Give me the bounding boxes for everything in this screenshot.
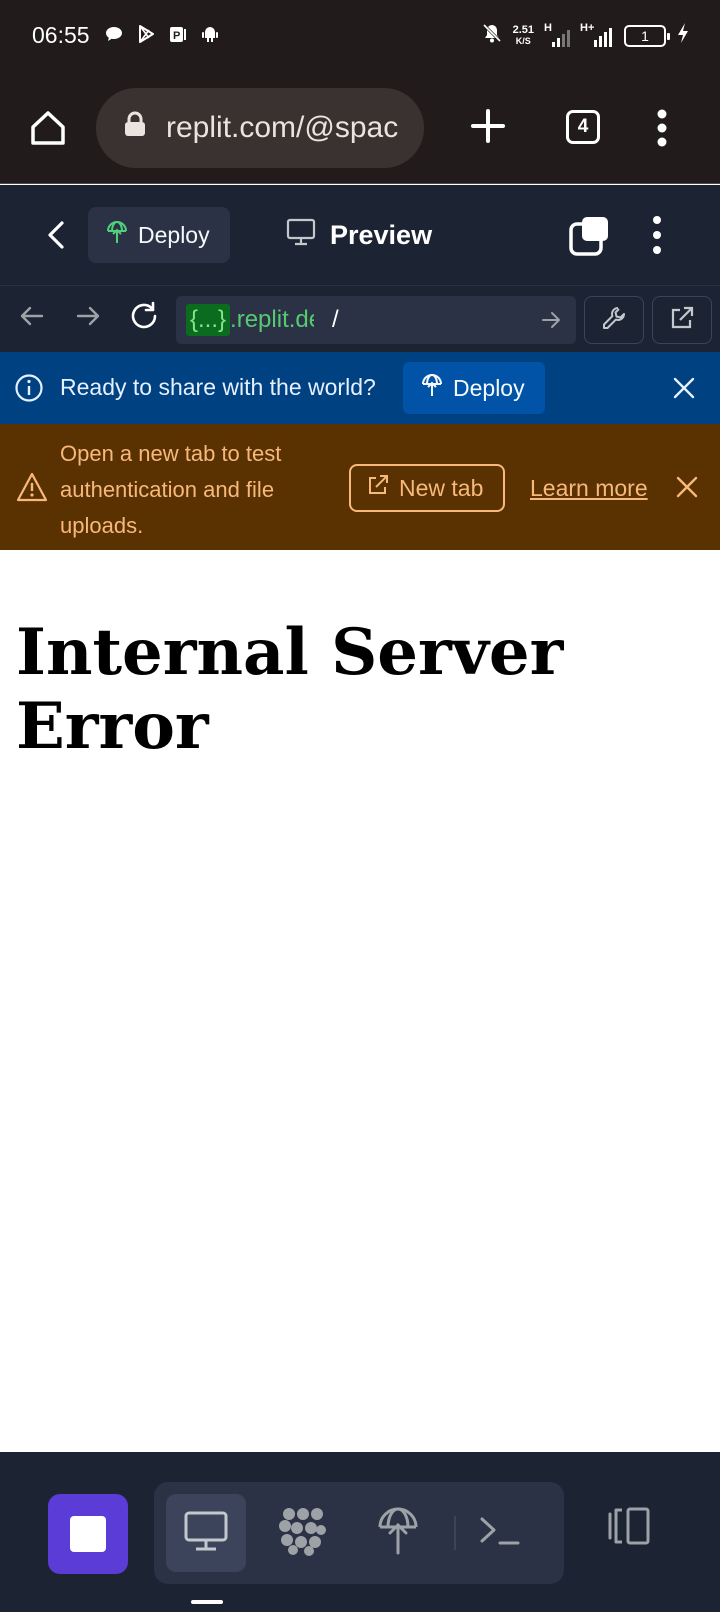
deploy-globe-icon: [377, 1507, 419, 1560]
svg-text:P: P: [173, 30, 180, 42]
tab-switcher-button[interactable]: 4: [566, 110, 600, 144]
webview-address-field[interactable]: {...} .replit.dev /: [176, 296, 576, 344]
notification-icons: P: [104, 24, 220, 49]
new-tab-label: New tab: [399, 474, 484, 501]
address-text: replit.com/@spac: [166, 111, 399, 144]
android-icon: [200, 24, 220, 49]
battery-indicator: 1: [624, 24, 670, 47]
address-bar[interactable]: replit.com/@spac: [96, 88, 424, 168]
tool-tab-preview[interactable]: [166, 1494, 246, 1572]
lock-icon: [124, 111, 146, 145]
go-arrow-icon[interactable]: [540, 309, 562, 336]
warning-banner: Open a new tab to test authentication an…: [0, 424, 720, 550]
signal-1: H: [544, 21, 570, 48]
parking-icon: P: [168, 24, 188, 49]
host-name: .replit.dev: [230, 306, 314, 333]
webview-content: Internal Server Error: [0, 550, 720, 1452]
external-link-icon: [669, 305, 695, 336]
net-speed-value: 2.51: [512, 23, 534, 36]
url-path: /: [332, 306, 339, 333]
play-store-icon: [136, 24, 156, 49]
tool-tabs: [154, 1482, 564, 1584]
tool-tab-agent[interactable]: [262, 1494, 342, 1572]
stop-button[interactable]: [48, 1494, 128, 1574]
reload-icon[interactable]: [128, 300, 160, 337]
status-bar: 06:55 P 2.51 K/S H H+ 1: [0, 0, 720, 72]
sidebar-toggle-icon[interactable]: [606, 1506, 654, 1551]
agent-dots-icon: [277, 1506, 327, 1561]
deploy-banner-button[interactable]: Deploy: [403, 362, 545, 414]
chat-bubble-icon: [104, 24, 124, 49]
warning-message: Open a new tab to test authentication an…: [60, 441, 282, 538]
status-right: 2.51 K/S H H+ 1: [481, 22, 690, 49]
new-tab-button[interactable]: New tab: [349, 464, 505, 512]
terminal-icon: [478, 1513, 522, 1554]
bell-off-icon: [481, 22, 503, 49]
new-tab-plus-icon[interactable]: [470, 108, 506, 149]
forward-arrow-icon[interactable]: [74, 302, 102, 335]
browser-toolbar: replit.com/@spac 4: [0, 72, 720, 184]
info-icon: [14, 373, 44, 408]
wrench-icon: [601, 305, 627, 336]
bottom-toolbar: [0, 1452, 720, 1612]
close-icon[interactable]: [672, 376, 696, 405]
deploy-banner-message: Ready to share with the world?: [60, 374, 376, 400]
status-time: 06:55: [32, 22, 90, 48]
learn-more-link[interactable]: Learn more: [530, 475, 648, 502]
replit-header: Deploy Preview: [0, 185, 720, 286]
signal-1-label: H: [544, 21, 552, 34]
battery-level: 1: [641, 27, 649, 44]
deploy-banner-button-label: Deploy: [453, 374, 525, 401]
external-link-icon: [367, 474, 389, 502]
deploy-globe-icon: [106, 220, 128, 250]
tool-tab-shell[interactable]: [460, 1494, 540, 1572]
browser-menu-icon[interactable]: [654, 108, 670, 153]
monitor-icon: [183, 1510, 229, 1557]
devtools-button[interactable]: [584, 296, 644, 344]
preview-tab[interactable]: Preview: [286, 209, 432, 261]
back-arrow-icon[interactable]: [18, 302, 46, 335]
home-icon[interactable]: [28, 108, 68, 153]
warning-triangle-icon: [16, 472, 48, 507]
tool-tab-deploy[interactable]: [358, 1494, 438, 1572]
deploy-banner: Ready to share with the world? Deploy: [0, 352, 720, 424]
host-token: {...}: [186, 304, 231, 336]
deploy-tab-label: Deploy: [138, 221, 210, 248]
charging-icon: [676, 22, 690, 49]
deploy-globe-icon: [421, 373, 443, 403]
workspace-menu-icon[interactable]: [650, 215, 664, 260]
page-heading: Internal Server Error: [16, 615, 564, 764]
preview-tab-label: Preview: [330, 219, 433, 250]
tool-separator: [454, 1516, 456, 1550]
webview-nav-bar: {...} .replit.dev /: [0, 286, 720, 352]
monitor-icon: [286, 218, 316, 253]
open-external-button[interactable]: [652, 296, 712, 344]
signal-2-label: H+: [580, 21, 595, 34]
layers-icon[interactable]: [568, 215, 610, 262]
net-speed-unit: K/S: [515, 35, 531, 46]
gesture-bar: [191, 1600, 223, 1604]
close-icon[interactable]: [675, 475, 699, 504]
deploy-tab-button[interactable]: Deploy: [88, 207, 230, 263]
net-speed: 2.51 K/S: [512, 23, 534, 47]
stop-icon: [70, 1516, 106, 1552]
signal-2: H+: [580, 21, 614, 48]
back-chevron-icon[interactable]: [42, 219, 70, 256]
